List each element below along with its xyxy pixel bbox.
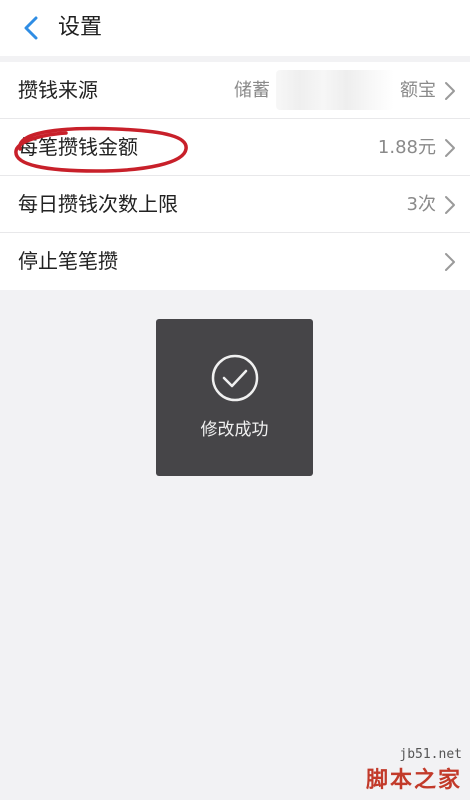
row-value: 1.88元 <box>377 137 436 158</box>
redacted-blur <box>276 70 394 110</box>
settings-row-amount[interactable]: 每笔攒钱金额 1.88元 <box>0 119 470 176</box>
success-toast: 修改成功 <box>156 319 313 476</box>
back-button[interactable] <box>14 12 48 44</box>
check-circle-icon <box>211 354 259 402</box>
chevron-right-icon <box>445 196 455 214</box>
header-bar: 设置 <box>0 0 470 56</box>
toast-message: 修改成功 <box>200 420 269 440</box>
settings-list: 攒钱来源 储蓄 额宝 每笔攒钱金额 1.88元 每日攒钱次数上限 3次 停止笔笔… <box>0 62 470 290</box>
watermark: jb51.net 脚本之家 <box>366 747 462 794</box>
row-value-suffix: 额宝 <box>400 80 436 101</box>
row-label: 每日攒钱次数上限 <box>18 192 178 216</box>
row-value-prefix: 储蓄 <box>234 80 270 101</box>
watermark-url: jb51.net <box>399 747 462 762</box>
row-label: 停止笔笔攒 <box>18 249 118 273</box>
row-label: 攒钱来源 <box>18 78 98 102</box>
row-value: 3次 <box>406 194 436 215</box>
page-title: 设置 <box>58 15 103 40</box>
chevron-right-icon <box>445 139 455 157</box>
settings-row-source[interactable]: 攒钱来源 储蓄 额宝 <box>0 62 470 119</box>
settings-row-daily-limit[interactable]: 每日攒钱次数上限 3次 <box>0 176 470 233</box>
row-label: 每笔攒钱金额 <box>18 135 138 159</box>
watermark-name: 脚本之家 <box>365 768 462 793</box>
chevron-right-icon <box>445 82 455 100</box>
chevron-right-icon <box>445 253 455 271</box>
chevron-left-icon <box>24 16 38 40</box>
settings-row-stop[interactable]: 停止笔笔攒 <box>0 233 470 290</box>
